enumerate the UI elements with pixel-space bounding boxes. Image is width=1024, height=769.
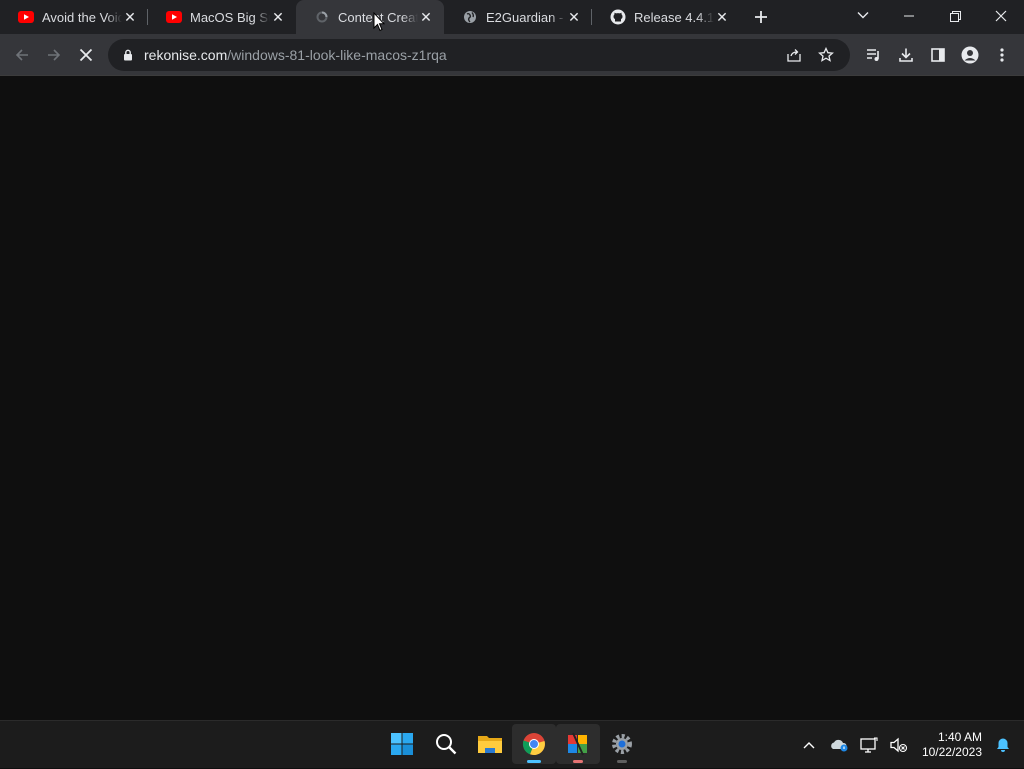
chevron-down-icon (857, 12, 869, 19)
tab-macos-big-sur[interactable]: MacOS Big Sur ✕ (148, 0, 296, 34)
download-icon (899, 48, 913, 62)
loading-icon (314, 9, 330, 25)
tab-close-icon[interactable]: ✕ (122, 9, 138, 25)
file-explorer-button[interactable] (468, 724, 512, 764)
settings-button[interactable] (600, 724, 644, 764)
tab-e2guardian[interactable]: E2Guardian - A ✕ (444, 0, 592, 34)
restore-icon (949, 10, 961, 22)
file-explorer-icon (478, 736, 502, 753)
github-icon (610, 9, 626, 25)
tab-title: MacOS Big Sur (190, 9, 270, 25)
running-indicator (573, 760, 583, 763)
tab-close-icon[interactable]: ✕ (714, 9, 730, 25)
minimize-button[interactable] (886, 0, 932, 32)
new-tab-button[interactable] (744, 0, 778, 34)
active-indicator (527, 760, 541, 763)
tab-title: Release 4.4.191 (634, 9, 714, 25)
app-icon (568, 732, 587, 756)
share-button[interactable] (778, 41, 810, 69)
taskbar: 1:40 AM 10/22/2023 (0, 720, 1024, 768)
arrow-right-icon (48, 48, 61, 61)
stop-loading-button[interactable] (70, 39, 102, 71)
toolbar-actions (858, 39, 1018, 71)
tab-search-button[interactable] (848, 0, 878, 30)
minimize-icon (904, 15, 914, 17)
show-hidden-icons-button[interactable] (794, 730, 824, 760)
media-controls-button[interactable] (858, 39, 890, 71)
start-button[interactable] (380, 724, 424, 764)
chrome-button[interactable] (512, 724, 556, 764)
clock[interactable]: 1:40 AM 10/22/2023 (922, 730, 982, 760)
side-panel-icon (931, 48, 945, 62)
volume-muted-icon (890, 737, 907, 753)
taskbar-search-button[interactable] (424, 724, 468, 764)
profile-button[interactable] (954, 39, 986, 71)
tab-close-icon[interactable]: ✕ (270, 9, 286, 25)
downloads-button[interactable] (890, 39, 922, 71)
youtube-icon (166, 9, 182, 25)
running-indicator (617, 760, 627, 763)
notifications-button[interactable] (988, 730, 1018, 760)
playlist-icon (867, 49, 879, 61)
tab-content-creator[interactable]: Content Creator ✕ (296, 0, 444, 34)
chrome-icon (522, 733, 545, 756)
share-icon (787, 49, 801, 62)
star-icon (818, 47, 834, 62)
url-path: /windows-81-look-like-macos-z1rqa (227, 47, 447, 63)
back-button[interactable] (6, 39, 38, 71)
menu-button[interactable] (986, 39, 1018, 71)
page-content (0, 76, 1024, 720)
address-bar[interactable]: rekonise.com/windows-81-look-like-macos-… (108, 39, 850, 71)
mouse-cursor-icon (373, 12, 385, 32)
bookmark-button[interactable] (810, 41, 842, 69)
lock-icon[interactable] (120, 49, 136, 61)
globe-icon (462, 9, 478, 25)
browser-toolbar: rekonise.com/windows-81-look-like-macos-… (0, 34, 1024, 76)
forward-button[interactable] (38, 39, 70, 71)
taskbar-apps (380, 724, 644, 764)
tab-avoid-the-void[interactable]: Avoid the Void ✕ (0, 0, 148, 34)
system-tray: 1:40 AM 10/22/2023 (794, 721, 1024, 769)
restore-button[interactable] (932, 0, 978, 32)
bell-icon (997, 738, 1009, 752)
url-text[interactable]: rekonise.com/windows-81-look-like-macos-… (144, 47, 778, 63)
tab-release[interactable]: Release 4.4.191 ✕ (592, 0, 740, 34)
tab-close-icon[interactable]: ✕ (566, 9, 582, 25)
plus-icon (755, 11, 767, 23)
more-vertical-icon (1000, 48, 1004, 62)
close-window-button[interactable] (978, 0, 1024, 32)
arrow-left-icon (15, 48, 28, 61)
close-icon (995, 10, 1007, 22)
volume-button[interactable] (884, 730, 914, 760)
network-icon (860, 737, 878, 753)
clock-date: 10/22/2023 (921, 745, 982, 759)
chevron-up-icon (803, 742, 815, 749)
search-icon (436, 734, 457, 755)
clock-time: 1:40 AM (937, 730, 982, 744)
start-icon (391, 733, 413, 755)
onedrive-button[interactable] (824, 730, 854, 760)
onedrive-icon (831, 739, 848, 752)
tab-title: E2Guardian - A (486, 9, 566, 25)
settings-icon (612, 734, 632, 754)
window-controls (886, 0, 1024, 32)
tab-close-icon[interactable]: ✕ (418, 9, 434, 25)
profile-icon (961, 46, 979, 64)
url-host: rekonise.com (144, 47, 228, 63)
app-button[interactable] (556, 724, 600, 764)
stop-icon (79, 48, 93, 61)
youtube-icon (18, 9, 34, 25)
side-panel-button[interactable] (922, 39, 954, 71)
network-button[interactable] (854, 730, 884, 760)
tab-title: Avoid the Void (42, 9, 122, 25)
